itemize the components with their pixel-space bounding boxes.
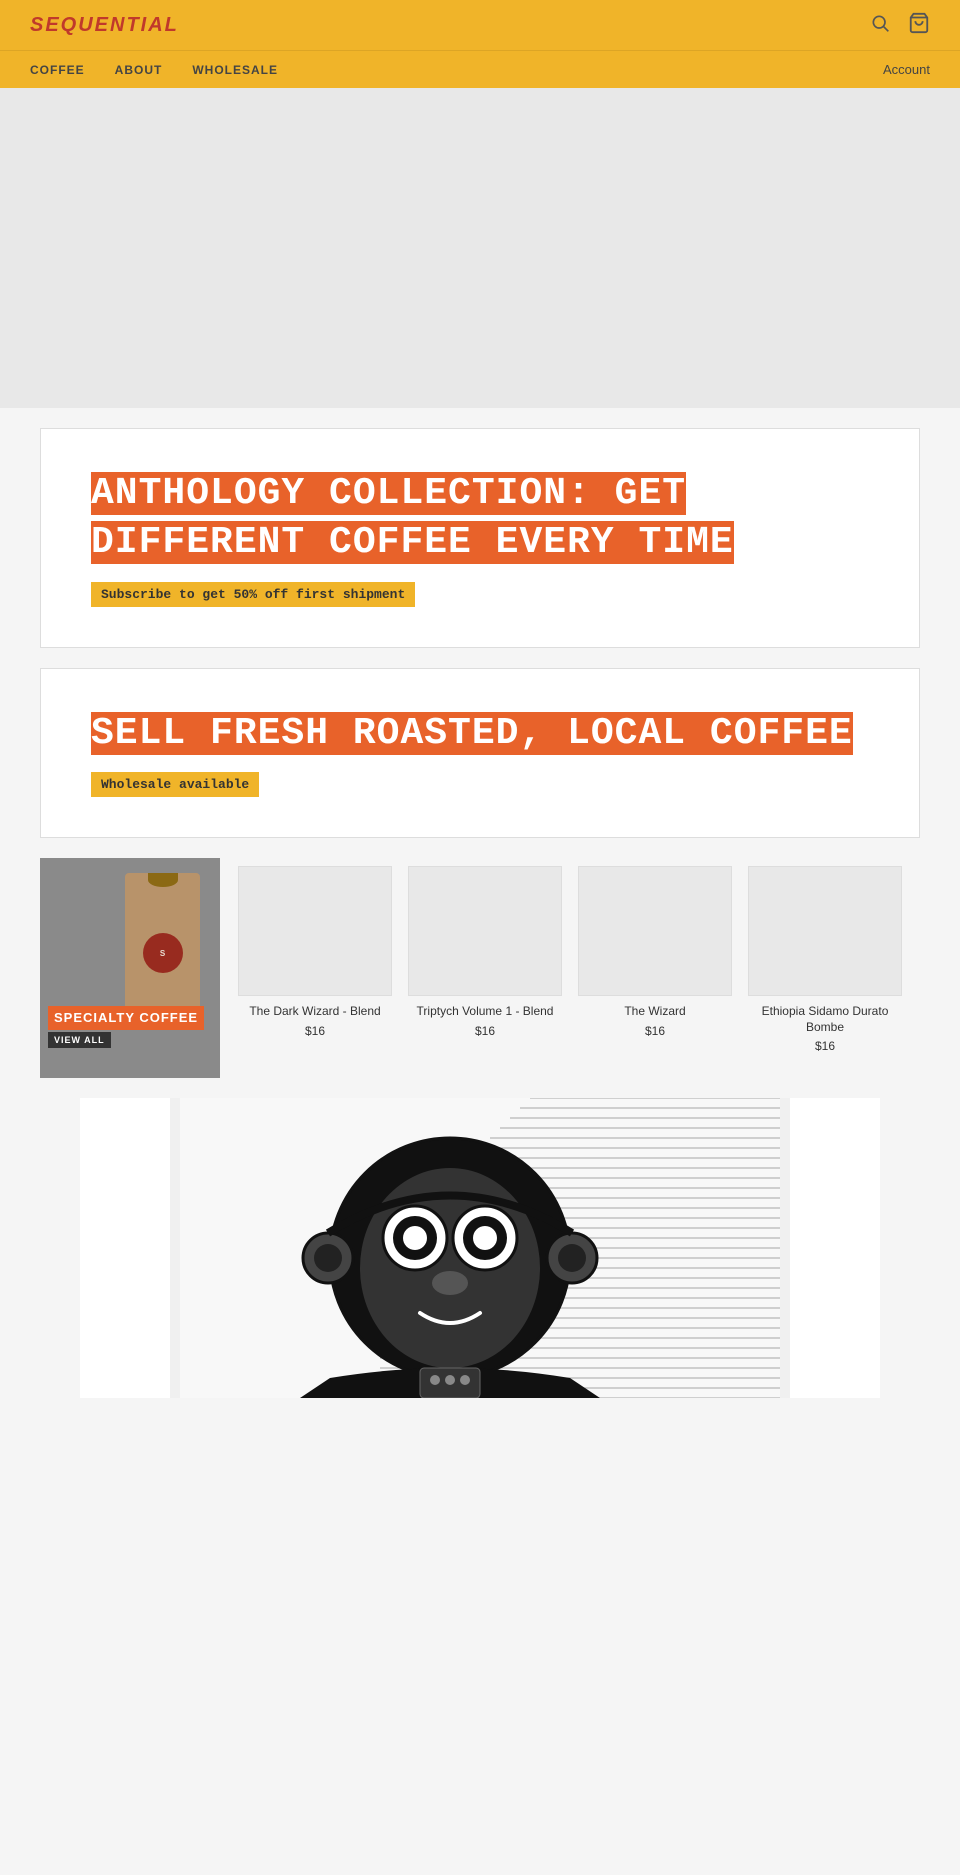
product-item[interactable]: Triptych Volume 1 - Blend $16 [400,858,570,1061]
products-grid: The Dark Wizard - Blend $16 Triptych Vol… [220,858,920,1061]
product-image-4 [748,866,902,996]
nav-wholesale[interactable]: WHOLESALE [192,63,278,77]
products-row: S SPECIALTY COFFEE VIEW ALL The Dark Wiz [40,858,920,1078]
specialty-coffee-feature[interactable]: S SPECIALTY COFFEE VIEW ALL [40,858,220,1078]
feature-text: SPECIALTY COFFEE VIEW ALL [48,1006,204,1048]
account-link[interactable]: Account [883,62,930,77]
product-price-1: $16 [238,1024,392,1038]
hero-area [0,88,960,408]
product-image-2 [408,866,562,996]
anthology-title: ANTHOLOGY COLLECTION: GET DIFFERENT COFF… [91,469,869,568]
view-all-button[interactable]: VIEW ALL [48,1032,111,1048]
product-price-4: $16 [748,1039,902,1053]
anthology-subtitle: Subscribe to get 50% off first shipment [91,582,415,607]
product-name-4: Ethiopia Sidamo Durato Bombe [748,1004,902,1035]
product-name-3: The Wizard [578,1004,732,1020]
product-price-2: $16 [408,1024,562,1038]
nav-links: COFFEE ABOUT WHOLESALE [30,63,278,77]
header-icons [870,12,930,39]
main-content: ANTHOLOGY COLLECTION: GET DIFFERENT COFF… [0,408,960,1418]
feature-background: S SPECIALTY COFFEE VIEW ALL [40,858,220,1078]
nav-coffee[interactable]: COFFEE [30,63,85,77]
product-item[interactable]: The Wizard $16 [570,858,740,1061]
product-item[interactable]: Ethiopia Sidamo Durato Bombe $16 [740,858,910,1061]
product-image-1 [238,866,392,996]
product-name-1: The Dark Wizard - Blend [238,1004,392,1020]
product-price-3: $16 [578,1024,732,1038]
bottom-section [80,1098,880,1398]
header-top: SEQUENTIAL [0,0,960,50]
product-name-2: Triptych Volume 1 - Blend [408,1004,562,1020]
illustration-svg [180,1098,780,1398]
product-item[interactable]: The Dark Wizard - Blend $16 [230,858,400,1061]
nav-bar: COFFEE ABOUT WHOLESALE Account [0,50,960,88]
nav-about[interactable]: ABOUT [115,63,163,77]
bottom-illustration [170,1098,790,1398]
product-image-3 [578,866,732,996]
wholesale-banner[interactable]: SELL FRESH ROASTED, LOCAL COFFEE Wholesa… [40,668,920,838]
feature-title: SPECIALTY COFFEE [48,1006,204,1030]
wholesale-title: SELL FRESH ROASTED, LOCAL COFFEE [91,709,869,758]
anthology-banner[interactable]: ANTHOLOGY COLLECTION: GET DIFFERENT COFF… [40,428,920,648]
products-section: S SPECIALTY COFFEE VIEW ALL The Dark Wiz [40,858,920,1078]
wholesale-subtitle: Wholesale available [91,772,259,797]
cart-icon[interactable] [908,12,930,39]
logo[interactable]: SEQUENTIAL [30,14,179,37]
search-icon[interactable] [870,13,890,38]
